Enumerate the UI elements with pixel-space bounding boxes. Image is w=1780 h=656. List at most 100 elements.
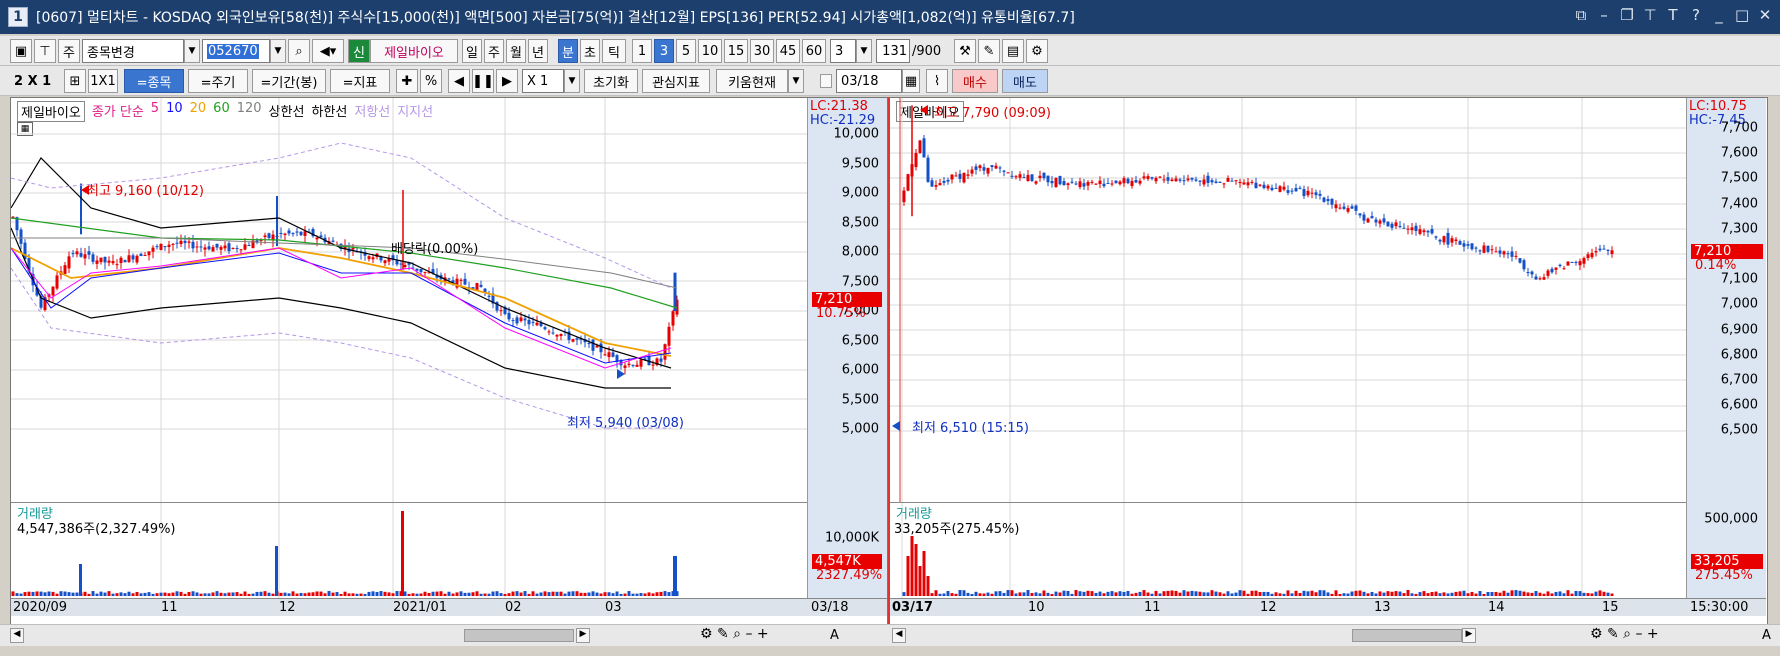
intraday-chart-panel[interactable]: 제일바이오 최고 7,790 (09:09) 최저 6,510 (15:15) …	[888, 97, 1768, 625]
volume-bar	[1450, 592, 1454, 596]
minute-10[interactable]: 10	[698, 39, 722, 63]
candle-body	[267, 233, 271, 238]
period-day[interactable]: 일	[462, 39, 482, 63]
y-tick: 7,100	[1720, 271, 1758, 287]
period-tick[interactable]: 틱	[602, 39, 626, 63]
volume-bar	[1406, 590, 1410, 596]
volume-bar	[1302, 590, 1306, 596]
zoom-select[interactable]: X 1	[522, 69, 564, 93]
candle-body	[1066, 183, 1070, 186]
maximize-icon[interactable]: □	[1735, 6, 1749, 24]
minute-5[interactable]: 5	[676, 39, 696, 63]
volume-bar	[439, 591, 443, 596]
minute-1[interactable]: 1	[632, 39, 652, 63]
new-badge[interactable]: 신	[348, 39, 370, 63]
percent-icon[interactable]: %	[420, 69, 442, 93]
save-icon[interactable]: ▤	[1002, 39, 1024, 63]
candle-body	[986, 167, 990, 174]
volume-bar	[1174, 590, 1178, 596]
minute-60[interactable]: 60	[802, 39, 826, 63]
chart-tools-icon[interactable]: ⚙ ✎ ⌕ – +	[700, 626, 769, 642]
candle-body	[91, 254, 95, 262]
volume-bar	[239, 593, 243, 596]
next-icon[interactable]: ▶	[496, 69, 518, 93]
gear-icon[interactable]: ⚙	[1026, 39, 1048, 63]
pause-icon[interactable]: ❚❚	[472, 69, 494, 93]
scroll-left-icon[interactable]: ◀	[10, 628, 24, 643]
buy-button[interactable]: 매수	[952, 69, 998, 93]
minute-15[interactable]: 15	[724, 39, 748, 63]
minute-30[interactable]: 30	[750, 39, 774, 63]
chevron-down-icon[interactable]: ▼	[564, 69, 580, 93]
bar-count-input[interactable]: 131	[876, 39, 910, 63]
period-month[interactable]: 월	[506, 39, 526, 63]
volume-bar	[279, 592, 283, 596]
tools-icon[interactable]: ⚒	[954, 39, 976, 63]
font-icon[interactable]: T	[1666, 6, 1680, 24]
help-icon[interactable]: ?	[1689, 6, 1703, 24]
close-icon[interactable]: ✕	[1758, 6, 1772, 24]
period-week[interactable]: 주	[484, 39, 504, 63]
period-year[interactable]: 년	[528, 39, 548, 63]
volume-bar	[1486, 592, 1490, 596]
candle-body	[331, 240, 335, 242]
window-number: 1	[8, 7, 28, 27]
chevron-down-icon[interactable]: ▼	[856, 39, 872, 63]
stock-name-field[interactable]: 제일바이오	[370, 39, 458, 63]
tab-stock[interactable]: =종목	[124, 69, 184, 93]
volume-bar	[1146, 592, 1150, 596]
minimize-icon[interactable]: _	[1712, 6, 1726, 24]
volume-bar	[1438, 593, 1442, 596]
kiwoom-current-button[interactable]: 키움현재	[716, 69, 788, 93]
volume-bar	[1270, 593, 1274, 596]
reset-button[interactable]: 초기화	[584, 69, 638, 93]
scroll-right-icon[interactable]: ▶	[576, 628, 590, 643]
stock-change-select[interactable]: 종목변경	[82, 39, 184, 63]
stock-code-input[interactable]: 052670	[202, 39, 270, 63]
candle-body	[211, 247, 215, 252]
tab-period[interactable]: =주기	[188, 69, 248, 93]
sell-button[interactable]: 매도	[1002, 69, 1048, 93]
volume-bar	[1442, 592, 1446, 596]
chevron-down-icon[interactable]: ▼	[270, 39, 286, 63]
chevron-down-icon[interactable]: ▼	[788, 69, 804, 93]
search-icon[interactable]: ⌕	[288, 39, 310, 63]
sound-icon[interactable]: ◀▾	[312, 39, 344, 63]
period-minute[interactable]: 분	[558, 39, 578, 63]
text-size-icon[interactable]: A	[830, 628, 839, 643]
volume-bar	[1574, 590, 1578, 596]
period-second[interactable]: 초	[580, 39, 600, 63]
layout-1x1-button[interactable]: 1X1	[88, 69, 118, 93]
daily-chart-panel[interactable]: 제일바이오 종가 단순 5 10 20 60 120 상한선 하한선 저항선 지…	[10, 97, 888, 625]
minimize-all-icon[interactable]: –	[1597, 6, 1611, 24]
draw-icon[interactable]: ✎	[978, 39, 1000, 63]
minute-3[interactable]: 3	[654, 39, 674, 63]
period-select[interactable]: 주	[58, 39, 80, 63]
layout-icon[interactable]: ▣	[10, 39, 32, 63]
scroll-left-icon[interactable]: ◀	[892, 628, 906, 643]
grid-icon[interactable]: ⊞	[64, 69, 86, 93]
text-size-icon[interactable]: A	[1762, 628, 1771, 643]
link-icon[interactable]: ⧉	[1574, 6, 1588, 24]
tab-indicator[interactable]: =지표	[330, 69, 390, 93]
restore-icon[interactable]: ❐	[1620, 6, 1634, 24]
pin-top-icon[interactable]: ⊤	[34, 39, 56, 63]
chevron-down-icon[interactable]: ▼	[184, 39, 200, 63]
candle-body	[1534, 276, 1538, 280]
scroll-thumb[interactable]	[464, 629, 574, 642]
scroll-thumb[interactable]	[1352, 629, 1462, 642]
crosshair-icon[interactable]: ✚	[396, 69, 418, 93]
scroll-right-icon[interactable]: ▶	[1462, 628, 1476, 643]
prev-icon[interactable]: ◀	[448, 69, 470, 93]
calendar-icon[interactable]: ▦	[902, 69, 920, 93]
chart-tools-icon[interactable]: ⚙ ✎ ⌕ – +	[1590, 626, 1659, 642]
date-checkbox[interactable]	[820, 74, 832, 88]
watch-indicator-button[interactable]: 관심지표	[642, 69, 710, 93]
chart-icon[interactable]: ⌇	[926, 69, 948, 93]
date-input[interactable]: 03/18	[836, 69, 902, 93]
minute-45[interactable]: 45	[776, 39, 800, 63]
tab-range[interactable]: =기간(봉)	[252, 69, 326, 93]
pin-icon[interactable]: ⊤	[1643, 6, 1657, 24]
interval-input[interactable]: 3	[830, 39, 856, 63]
x-tick: 11	[161, 600, 178, 615]
